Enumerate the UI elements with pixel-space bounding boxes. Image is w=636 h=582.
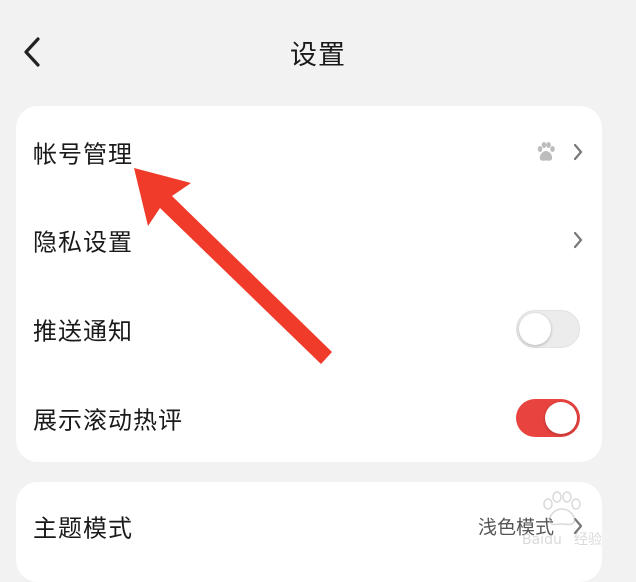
chevron-right-icon (573, 143, 583, 161)
page-title: 设置 (290, 40, 346, 71)
settings-row-theme[interactable]: 主题模式 浅色模式 (16, 482, 602, 570)
settings-row-push-notifications: 推送通知 (16, 285, 602, 373)
settings-row-label: 推送通知 (33, 317, 133, 346)
top-bar: 设置 (0, 0, 636, 104)
theme-mode-value: 浅色模式 (477, 516, 554, 539)
settings-row-label: 主题模式 (33, 514, 133, 543)
settings-row-label: 隐私设置 (33, 228, 133, 257)
settings-row-label: 帐号管理 (33, 140, 133, 169)
settings-row-account[interactable]: 帐号管理 (16, 108, 602, 196)
settings-row-label: 展示滚动热评 (33, 406, 183, 435)
toggle-knob (519, 313, 551, 345)
settings-row-privacy[interactable]: 隐私设置 (16, 196, 602, 284)
toggle-knob (545, 402, 577, 434)
baidu-paw-icon (537, 142, 555, 161)
settings-row-scrolling-comments: 展示滚动热评 (16, 374, 602, 462)
chevron-right-icon (573, 517, 583, 535)
settings-group-general: 帐号管理 隐私设置 推送通知 展示滚动热评 (16, 106, 602, 462)
push-notifications-toggle[interactable] (516, 310, 580, 348)
settings-group-appearance: 主题模式 浅色模式 (16, 482, 602, 582)
chevron-right-icon (573, 231, 583, 249)
scrolling-comments-toggle[interactable] (516, 399, 580, 437)
